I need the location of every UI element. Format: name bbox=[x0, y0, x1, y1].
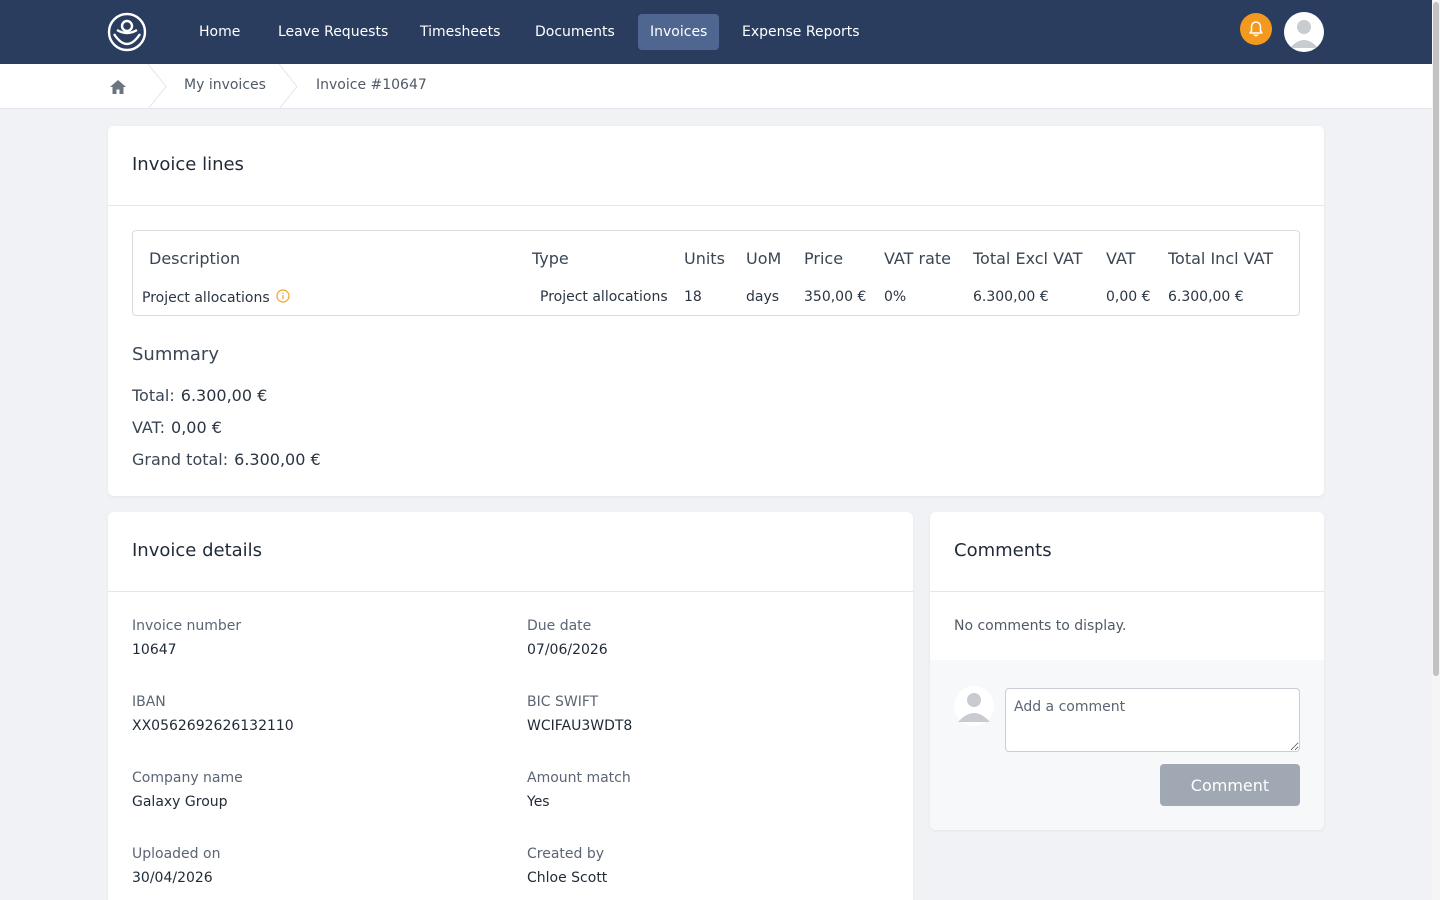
field-value-due-date: 07/06/2026 bbox=[527, 642, 608, 658]
no-comments-text: No comments to display. bbox=[954, 618, 1127, 634]
cell-total-excl-vat: 6.300,00 € bbox=[973, 289, 1049, 305]
cell-uom: days bbox=[746, 289, 780, 305]
cell-units: 18 bbox=[684, 289, 702, 305]
column-header-total-incl-vat: Total Incl VAT bbox=[1168, 249, 1274, 268]
commenter-avatar-icon bbox=[954, 686, 994, 726]
field-value-amount-match: Yes bbox=[527, 794, 550, 810]
field-label-amount-match: Amount match bbox=[527, 770, 631, 786]
invoice-lines-card: Invoice lines Description Type Units UoM… bbox=[108, 126, 1324, 496]
cell-description: Project allocations bbox=[142, 289, 290, 306]
summary-total: Total: 6.300,00 € bbox=[132, 386, 267, 405]
nav-documents[interactable]: Documents bbox=[523, 14, 627, 50]
cell-vat-rate: 0% bbox=[884, 289, 907, 305]
breadcrumb-separator bbox=[147, 64, 167, 109]
column-header-units: Units bbox=[684, 249, 725, 268]
comments-title: Comments bbox=[954, 540, 1052, 561]
summary-total-label: Total: bbox=[132, 386, 175, 405]
invoice-details-title: Invoice details bbox=[132, 540, 263, 561]
breadcrumb-current-invoice: Invoice #10647 bbox=[316, 77, 427, 93]
column-header-type: Type bbox=[532, 249, 569, 268]
summary-total-value: 6.300,00 € bbox=[180, 386, 268, 405]
field-label-invoice-number: Invoice number bbox=[132, 618, 242, 634]
cell-type: Project allocations bbox=[540, 289, 668, 305]
invoice-lines-table: Description Type Units UoM Price VAT rat… bbox=[132, 230, 1300, 316]
summary-grand-total: Grand total: 6.300,00 € bbox=[132, 450, 321, 469]
top-navigation: Home Leave Requests Timesheets Documents… bbox=[0, 0, 1432, 64]
column-header-description: Description bbox=[149, 249, 241, 268]
app-logo-icon[interactable] bbox=[106, 12, 148, 52]
field-value-created-by: Chloe Scott bbox=[527, 870, 608, 886]
card-divider bbox=[108, 591, 913, 592]
comment-input[interactable] bbox=[1005, 688, 1300, 752]
summary-vat: VAT: 0,00 € bbox=[132, 418, 222, 437]
invoice-details-card: Invoice details Invoice number 10647 Due… bbox=[108, 512, 913, 900]
field-label-iban: IBAN bbox=[132, 694, 166, 710]
nav-home[interactable]: Home bbox=[187, 14, 252, 50]
field-value-invoice-number: 10647 bbox=[132, 642, 177, 658]
comments-card: Comments No comments to display. Comment bbox=[930, 512, 1324, 830]
info-icon[interactable] bbox=[276, 289, 290, 303]
column-header-uom: UoM bbox=[746, 249, 782, 268]
nav-leave-requests[interactable]: Leave Requests bbox=[266, 14, 400, 50]
field-label-uploaded-on: Uploaded on bbox=[132, 846, 221, 862]
field-label-created-by: Created by bbox=[527, 846, 605, 862]
field-value-uploaded-on: 30/04/2026 bbox=[132, 870, 213, 886]
user-avatar[interactable] bbox=[1284, 12, 1324, 52]
cell-vat: 0,00 € bbox=[1106, 289, 1151, 305]
field-value-company-name: Galaxy Group bbox=[132, 794, 228, 810]
summary-title: Summary bbox=[132, 344, 219, 365]
cell-price: 350,00 € bbox=[804, 289, 867, 305]
field-label-due-date: Due date bbox=[527, 618, 592, 634]
field-value-iban: XX0562692626132110 bbox=[132, 718, 294, 734]
column-header-total-excl-vat: Total Excl VAT bbox=[973, 249, 1083, 268]
field-label-company-name: Company name bbox=[132, 770, 243, 786]
column-header-vat-rate: VAT rate bbox=[884, 249, 951, 268]
comment-button[interactable]: Comment bbox=[1160, 764, 1300, 806]
comment-composer: Comment bbox=[930, 660, 1324, 830]
column-header-vat: VAT bbox=[1106, 249, 1136, 268]
field-label-bic-swift: BIC SWIFT bbox=[527, 694, 599, 710]
card-divider bbox=[930, 591, 1324, 592]
summary-grand-total-label: Grand total: bbox=[132, 450, 229, 469]
home-icon[interactable] bbox=[108, 77, 128, 97]
card-divider bbox=[108, 205, 1324, 206]
column-header-price: Price bbox=[804, 249, 844, 268]
nav-invoices[interactable]: Invoices bbox=[638, 14, 720, 50]
nav-timesheets[interactable]: Timesheets bbox=[408, 14, 512, 50]
breadcrumb-my-invoices[interactable]: My invoices bbox=[184, 77, 266, 93]
breadcrumb: My invoices Invoice #10647 bbox=[0, 64, 1432, 109]
notifications-bell-icon[interactable] bbox=[1240, 13, 1272, 45]
invoice-lines-title: Invoice lines bbox=[132, 154, 244, 175]
field-value-bic-swift: WCIFAU3WDT8 bbox=[527, 718, 633, 734]
nav-expense-reports[interactable]: Expense Reports bbox=[730, 14, 872, 50]
summary-vat-label: VAT: bbox=[132, 418, 166, 437]
summary-grand-total-value: 6.300,00 € bbox=[234, 450, 321, 469]
page-scrollbar-thumb[interactable] bbox=[1433, 2, 1439, 676]
cell-total-incl-vat: 6.300,00 € bbox=[1168, 289, 1244, 305]
summary-vat-value: 0,00 € bbox=[171, 418, 222, 437]
breadcrumb-separator bbox=[278, 64, 298, 109]
cell-description-text: Project allocations bbox=[142, 290, 270, 306]
